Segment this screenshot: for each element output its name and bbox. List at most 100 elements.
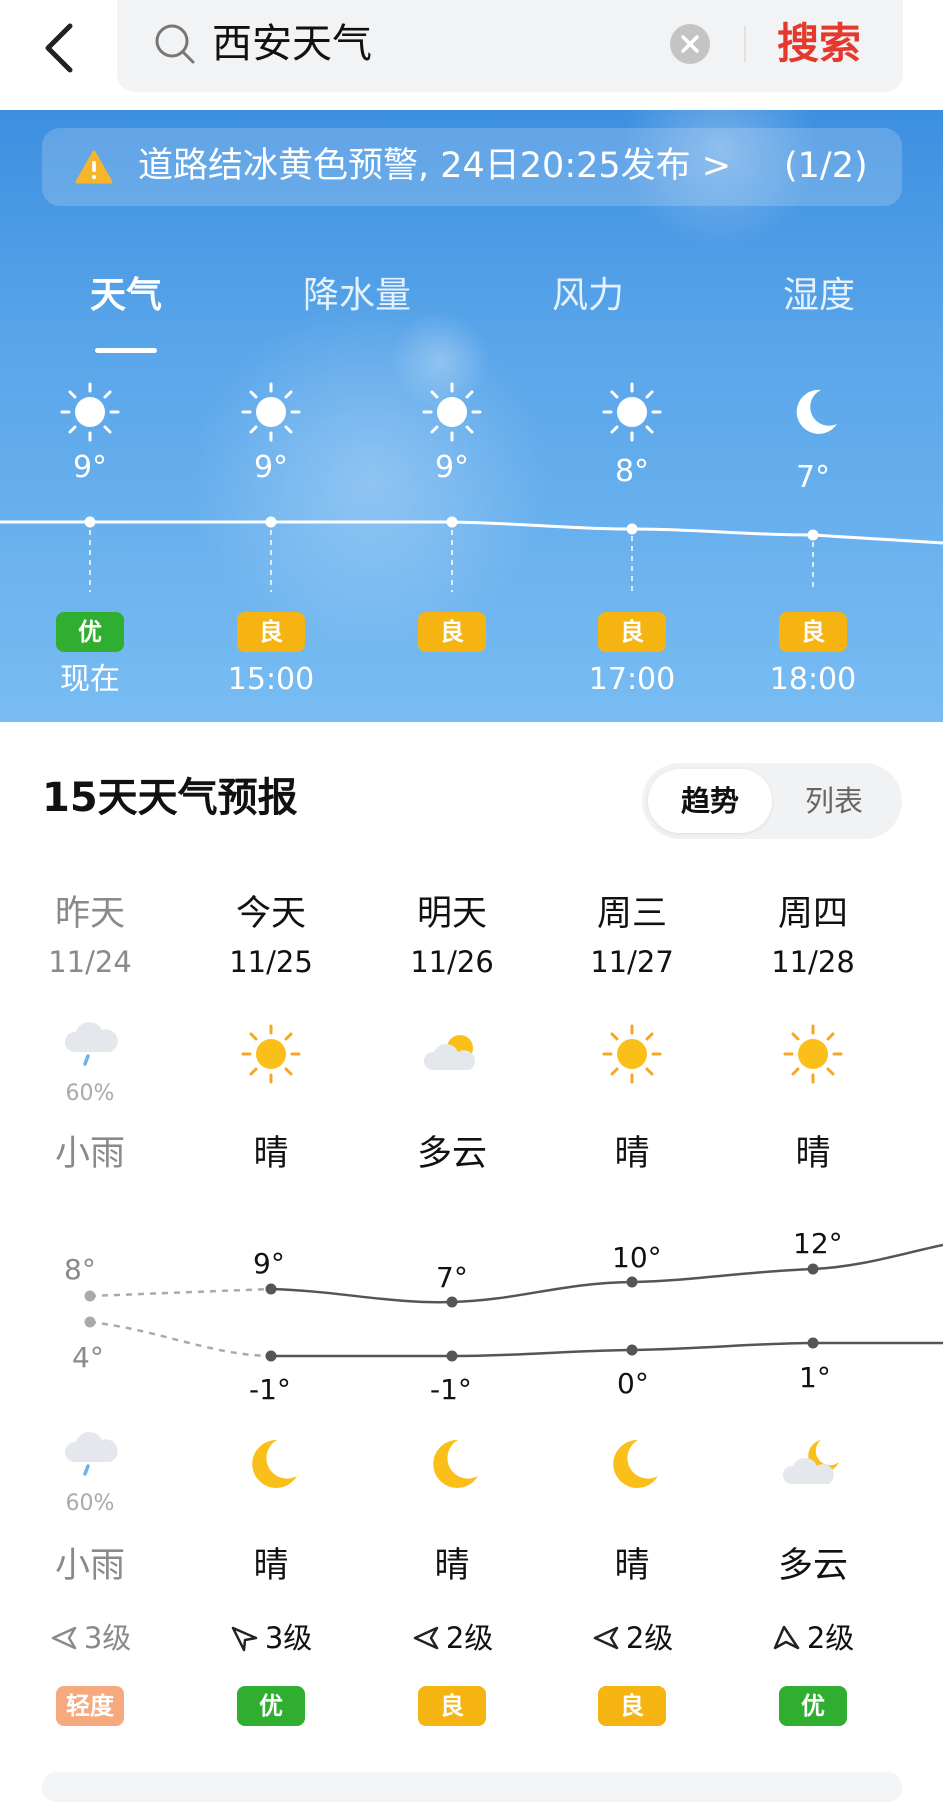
moon-icon [796,389,837,434]
toggle-list[interactable]: 列表 [772,779,896,823]
wind-direction-icon [413,1626,438,1650]
forecast-day-tomorrow[interactable]: 明天 11/26 [367,890,537,982]
search-box[interactable]: 西安天气 搜索 [117,0,903,92]
high-line-past [89,1287,272,1298]
wind-level: 2级 [625,1621,674,1655]
high-temp-label: 12° [793,1227,843,1260]
wind-info: 2级 [547,1618,717,1658]
hour-column: 8° [557,380,707,492]
hour-temperature: 8° [614,454,650,489]
day-weather: 晴 [186,1022,356,1178]
moon-icon [252,1439,297,1488]
day-date: 11/25 [229,945,313,979]
day-weather: 多云 [367,1022,537,1178]
sun-icon [241,1024,301,1084]
hour-temperature: 9° [253,450,289,485]
aqi-badge: 优 [779,1686,847,1726]
top-bar: 西安天气 搜索 [0,0,943,110]
sun-icon [602,1024,662,1084]
aqi-badge: 良 [598,1686,666,1726]
wind-info: 3级 [186,1618,356,1658]
aqi-badge: 优 [237,1686,305,1726]
low-temp-label: 1° [799,1361,831,1394]
cloud-moon-icon [782,1440,839,1484]
day-date: 11/28 [771,945,855,979]
night-condition: 晴 [614,1546,650,1586]
high-point [446,1296,458,1308]
high-temp-label: 9° [253,1247,285,1280]
aqi-badge: 良 [779,612,847,652]
hour-bottom: 良 15:00 [196,612,346,700]
precip-probability: 60% [65,1081,115,1106]
high-temp-label: 8° [64,1253,96,1286]
low-temp-label: 0° [617,1367,649,1400]
day-aqi: 良 [547,1686,717,1726]
low-temperature-line [271,1341,943,1358]
search-button[interactable]: 搜索 [777,16,861,72]
low-line-past [89,1320,272,1358]
forecast-day-today[interactable]: 今天 11/25 [186,890,356,982]
night-weather: 晴 [186,1432,356,1590]
low-point [626,1344,638,1356]
night-weather: 晴 [547,1432,717,1590]
back-arrow-icon[interactable] [38,18,88,78]
hour-temperature: 9° [72,450,108,485]
high-temp-label: 7° [436,1261,468,1294]
day-name: 明天 [416,894,487,934]
high-point [265,1283,277,1295]
hour-column: 7° [738,380,888,498]
day-date: 11/26 [410,945,494,979]
wind-info: 3级 [5,1618,175,1658]
high-temp-label: 10° [612,1241,662,1274]
rain-cloud-icon [64,1022,118,1066]
wind-level: 3级 [83,1621,132,1655]
divider [744,26,746,62]
forecast-day-wed[interactable]: 周三 11/27 [547,890,717,982]
day-aqi: 优 [728,1686,898,1726]
wind-level: 2级 [445,1621,494,1655]
high-point [626,1276,638,1288]
low-point [84,1316,96,1328]
moon-icon [433,1439,478,1488]
search-input[interactable]: 西安天气 [212,18,372,70]
clear-icon[interactable] [669,23,711,65]
hour-bottom: 良 18:00 [738,612,888,700]
hour-bottom: 优 现在 [15,612,165,700]
aqi-badge: 良 [418,1686,486,1726]
sun-icon [783,1024,843,1084]
day-condition: 晴 [253,1134,289,1174]
aqi-badge: 良 [598,612,666,652]
cloud-sun-icon [423,1035,475,1070]
view-toggle[interactable]: 趋势 列表 [642,763,902,839]
aqi-badge: 良 [418,612,486,652]
hour-time: 18:00 [769,662,857,697]
sun-icon [422,382,482,442]
forecast-day-yesterday[interactable]: 昨天 11/24 [5,890,175,982]
night-condition: 小雨 [54,1546,125,1586]
day-weather: 60% 小雨 [5,1012,175,1178]
night-condition: 晴 [434,1546,470,1586]
wind-direction-icon [51,1626,76,1650]
day-condition: 多云 [416,1134,487,1174]
wind-level: 2级 [806,1621,855,1655]
aqi-badge: 良 [237,612,305,652]
forecast-title: 15天天气预报 [42,775,298,821]
sun-icon [602,382,662,442]
hour-bottom: 良 [377,612,527,660]
day-aqi: 轻度 [5,1686,175,1726]
night-weather: 60% 小雨 [5,1422,175,1590]
day-aqi: 良 [367,1686,537,1726]
day-name: 今天 [235,894,306,934]
toggle-trend[interactable]: 趋势 [648,779,772,823]
search-icon [155,24,195,64]
forecast-day-thu[interactable]: 周四 11/28 [728,890,898,982]
hour-column: 9° [377,380,527,488]
day-name: 周四 [777,894,848,934]
aqi-badge: 优 [56,612,124,652]
wind-info: 2级 [367,1618,537,1658]
day-weather: 晴 [728,1022,898,1178]
day-weather: 晴 [547,1022,717,1178]
low-point [807,1337,819,1349]
moon-icon [613,1439,658,1488]
low-temp-label: -1° [430,1373,472,1406]
